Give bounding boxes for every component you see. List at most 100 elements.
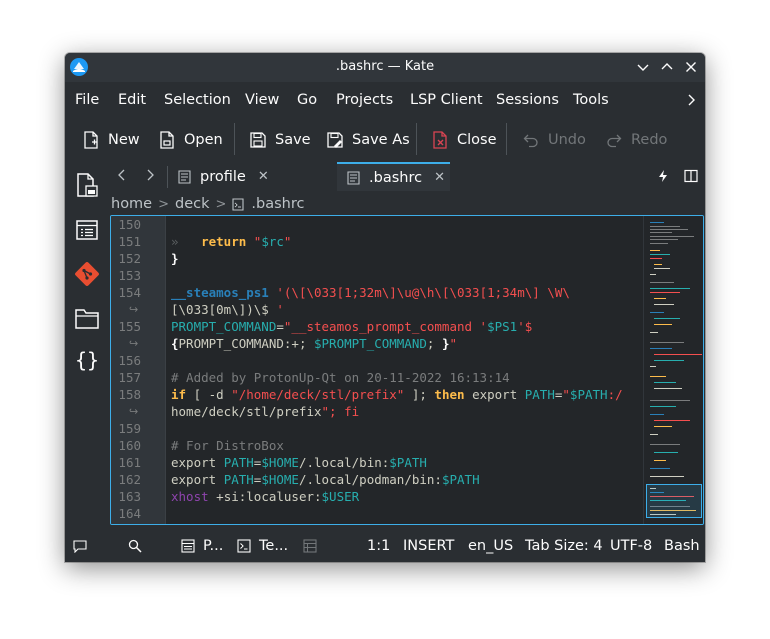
- menu-tools[interactable]: Tools: [573, 92, 609, 108]
- document-icon: [178, 169, 191, 184]
- code-line: export PATH=$HOME/.local/podman/bin:$PAT…: [171, 472, 480, 487]
- save-label: Save: [275, 132, 311, 148]
- menu-edit[interactable]: Edit: [118, 92, 146, 108]
- minimap[interactable]: [643, 216, 703, 524]
- line-number: 160: [118, 438, 141, 453]
- maximize-icon[interactable]: [659, 59, 675, 75]
- encoding[interactable]: UTF-8: [610, 538, 652, 554]
- title-bar: .bashrc — Kate: [65, 53, 705, 82]
- code-line: if [ -d "/home/deck/stl/prefix" ]; then …: [171, 387, 623, 402]
- close-label: Close: [457, 132, 497, 148]
- tab-bashrc[interactable]: .bashrc ✕: [337, 162, 450, 191]
- open-button[interactable]: Open: [159, 128, 223, 152]
- tab-size[interactable]: Tab Size: 4: [525, 538, 603, 554]
- code-line: # Added by ProtonUp-Qt on 20-11-2022 16:…: [171, 370, 510, 385]
- code-line: }: [171, 251, 179, 266]
- toolbar-separator: [234, 123, 235, 155]
- line-number: 153: [118, 268, 141, 283]
- comment-icon[interactable]: [73, 539, 87, 553]
- projects-icon[interactable]: [181, 539, 195, 553]
- chevron-right-icon[interactable]: [683, 92, 699, 108]
- minimize-icon[interactable]: [635, 59, 651, 75]
- projects-panel-button[interactable]: P...: [203, 538, 223, 554]
- chevron-right-icon[interactable]: [142, 167, 158, 183]
- split-view-icon[interactable]: [684, 169, 698, 183]
- search-icon[interactable]: [128, 539, 142, 553]
- code-line: __steamos_ps1 '(\[\033[1;32m\]\u@\h\[\03…: [171, 285, 570, 300]
- git-icon[interactable]: [74, 261, 100, 287]
- documents-icon[interactable]: [74, 172, 100, 198]
- line-number: 158: [118, 387, 141, 402]
- breadcrumb-deck[interactable]: deck: [175, 196, 210, 212]
- quick-open-icon[interactable]: [656, 169, 670, 183]
- redo-button[interactable]: Redo: [606, 128, 667, 152]
- close-tab-icon[interactable]: ✕: [258, 169, 269, 184]
- menu-projects[interactable]: Projects: [336, 92, 393, 108]
- tab-profile[interactable]: profile ✕: [168, 162, 336, 191]
- close-document-icon: [433, 131, 447, 149]
- chevron-right-icon: >: [158, 196, 170, 212]
- code-line: PROMPT_COMMAND="__steamos_prompt_command…: [171, 319, 533, 334]
- tab-bar: profile ✕ .bashrc ✕: [108, 162, 705, 191]
- window-title: .bashrc — Kate: [335, 59, 435, 74]
- code-line: export PATH=$HOME/.local/bin:$PATH: [171, 455, 427, 470]
- menu-selection[interactable]: Selection: [164, 92, 231, 108]
- save-as-button[interactable]: Save As: [327, 128, 410, 152]
- symbols-icon[interactable]: {}: [74, 348, 100, 372]
- close-window-icon[interactable]: [683, 59, 699, 75]
- breadcrumb-home[interactable]: home: [111, 196, 152, 212]
- toolbar-separator: [416, 123, 417, 155]
- menu-bar: File Edit Selection View Go Projects LSP…: [65, 82, 705, 118]
- code-editor[interactable]: 150 151 152 153 154 ↪ 155 ↪ 156 157 158 …: [110, 215, 704, 525]
- terminal-icon[interactable]: [237, 539, 251, 553]
- save-icon: [250, 132, 266, 148]
- line-number: 161: [118, 455, 141, 470]
- code-line: # For DistroBox: [171, 438, 284, 453]
- dictionary[interactable]: en_US: [468, 538, 513, 554]
- menu-go[interactable]: Go: [297, 92, 317, 108]
- menu-lsp-client[interactable]: LSP Client: [410, 92, 483, 108]
- undo-label: Undo: [548, 132, 586, 148]
- projects-list-icon[interactable]: [74, 217, 100, 243]
- close-button[interactable]: Close: [432, 128, 497, 152]
- code-area[interactable]: » return "$rc" } __steamos_ps1 '(\[\033[…: [167, 216, 641, 524]
- tab-label: profile: [200, 168, 246, 185]
- wrap-indicator-icon: ↪: [129, 405, 139, 418]
- undo-button[interactable]: Undo: [523, 128, 586, 152]
- line-number: 164: [118, 506, 141, 521]
- code-line: home/deck/stl/prefix"; fi: [171, 404, 360, 419]
- menu-view[interactable]: View: [245, 92, 279, 108]
- wrap-indicator-icon: ↪: [129, 337, 139, 350]
- save-as-label: Save As: [352, 132, 410, 148]
- menu-sessions[interactable]: Sessions: [496, 92, 559, 108]
- cursor-position[interactable]: 1:1: [367, 538, 390, 554]
- line-number: 154: [118, 285, 141, 300]
- redo-label: Redo: [631, 132, 668, 148]
- line-number: 159: [118, 421, 141, 436]
- save-button[interactable]: Save: [250, 128, 311, 152]
- output-icon[interactable]: [303, 539, 317, 553]
- new-document-icon: [84, 131, 98, 149]
- redo-icon: [607, 134, 622, 148]
- new-label: New: [108, 132, 140, 148]
- document-icon: [347, 170, 360, 185]
- status-bar: P... Te... 1:1 INSERT en_US Tab Size: 4 …: [65, 529, 705, 562]
- line-number: 150: [118, 217, 141, 232]
- undo-icon: [523, 134, 538, 148]
- code-line: xhost +si:localuser:$USER: [171, 489, 360, 504]
- save-as-icon: [327, 132, 343, 148]
- breadcrumb-file[interactable]: .bashrc: [251, 196, 304, 212]
- input-mode[interactable]: INSERT: [403, 538, 454, 554]
- tab-label: .bashrc: [369, 169, 423, 186]
- chevron-left-icon[interactable]: [114, 167, 130, 183]
- folder-icon[interactable]: [74, 305, 100, 331]
- minimap-viewport[interactable]: [646, 484, 702, 518]
- syntax-mode[interactable]: Bash: [664, 538, 700, 554]
- code-line: {PROMPT_COMMAND:+; $PROMPT_COMMAND; }": [171, 336, 458, 351]
- close-tab-icon[interactable]: ✕: [434, 170, 445, 185]
- terminal-panel-button[interactable]: Te...: [259, 538, 288, 554]
- code-line: » return "$rc": [171, 234, 292, 249]
- menu-file[interactable]: File: [75, 92, 99, 108]
- new-button[interactable]: New: [83, 128, 140, 152]
- open-document-icon: [160, 131, 174, 149]
